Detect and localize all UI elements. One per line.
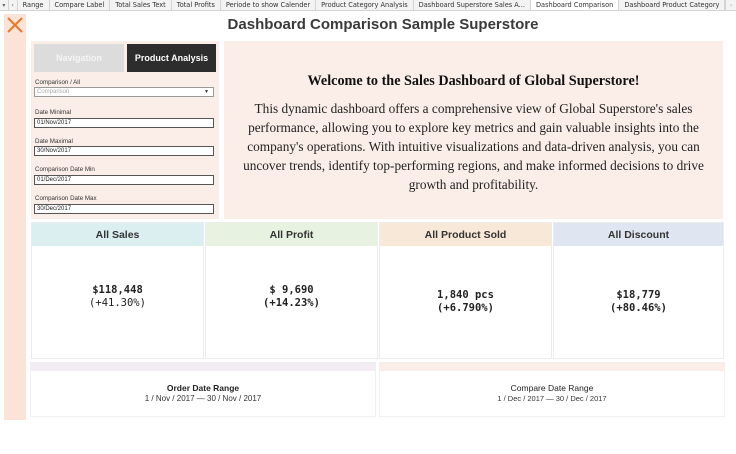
compare-date-range-value: 1 / Dec / 2017 — 30 / Dec / 2017 (497, 394, 607, 403)
kpi-card-sales-label: All Sales (32, 223, 203, 246)
left-rail (4, 14, 26, 420)
comparison-date-min-input[interactable]: 01/Dec/2017 (34, 175, 214, 185)
order-date-range-label: Order Date Range (166, 383, 240, 393)
comparison-select-value: Comparison (37, 89, 70, 95)
kpi-card-product-sold-value: 1,840 pcs (437, 289, 494, 301)
tab-dashboard-comparison[interactable]: Dashboard Comparison (530, 0, 620, 10)
chevron-down-icon: ▼ (204, 89, 209, 95)
tab-range[interactable]: Range (18, 0, 50, 10)
order-date-range: Order Date Range 1 / Nov / 2017 — 30 / N… (31, 363, 375, 416)
kpi-card-product-sold: All Product Sold 1,840 pcs (+6.790%) (380, 223, 551, 358)
kpi-card-sales-change: (+41.30%) (89, 297, 146, 309)
comparison-select[interactable]: Comparison ▼ (34, 87, 214, 97)
kpi-card-discount-label: All Discount (554, 223, 723, 246)
product-analysis-button[interactable]: Product Analysis (127, 44, 216, 72)
kpi-card-discount-value: $18,779 (616, 289, 661, 301)
kpi-card-profit-change: (+14.23%) (263, 297, 320, 309)
kpi-card-product-sold-change: (+6.790%) (437, 302, 494, 314)
tab-total-profits[interactable]: Total Profits (172, 0, 221, 10)
tab-dashboard-superstore-sales[interactable]: Dashboard Superstore Sales A... (414, 0, 531, 10)
tab-compare-label[interactable]: Compare Label (50, 0, 111, 10)
welcome-body: This dynamic dashboard offers a comprehe… (243, 101, 704, 192)
order-date-range-value: 1 / Nov / 2017 — 30 / Nov / 2017 (144, 394, 262, 403)
compare-date-range-strip (380, 363, 724, 371)
tab-scroll-left-icon[interactable]: ▾ (0, 0, 9, 10)
tab-prev-icon[interactable]: ‹ (9, 0, 18, 10)
kpi-card-sales: All Sales $118,448 (+41.30%) (32, 223, 203, 358)
compare-date-range: Compare Date Range 1 / Dec / 2017 — 30 /… (380, 363, 724, 416)
comparison-date-max-input[interactable]: 30/Dec/2017 (34, 204, 214, 214)
kpi-card-profit-value: $ 9,690 (269, 284, 314, 296)
compare-date-range-label: Compare Date Range (510, 383, 594, 393)
filter-panel: Navigation Product Analysis Comparison /… (31, 41, 219, 219)
tab-total-sales-text[interactable]: Total Sales Text (110, 0, 172, 10)
kpi-card-product-sold-label: All Product Sold (380, 223, 551, 246)
date-max-input[interactable]: 30/Nov/2017 (34, 146, 214, 156)
comparison-date-max-label: Comparison Date Max (35, 195, 97, 202)
tab-next-icon[interactable]: › (725, 0, 736, 10)
close-icon (7, 17, 23, 33)
kpi-card-profit-label: All Profit (206, 223, 377, 246)
comparison-date-min-label: Comparison Date Min (35, 166, 95, 173)
date-min-label: Date Minimal (35, 109, 72, 116)
order-date-range-strip (31, 363, 375, 371)
kpi-card-sales-value: $118,448 (92, 284, 143, 296)
welcome-panel: Welcome to the Sales Dashboard of Global… (224, 41, 723, 219)
kpi-card-discount-change: (+80.46%) (610, 302, 667, 314)
kpi-card-profit: All Profit $ 9,690 (+14.23%) (206, 223, 377, 358)
date-max-label: Date Maximal (35, 138, 73, 145)
kpi-card-discount: All Discount $18,779 (+80.46%) (554, 223, 723, 358)
comparison-filter-label: Comparison / All (35, 79, 81, 86)
welcome-heading: Welcome to the Sales Dashboard of Global… (307, 73, 640, 89)
page-title: Dashboard Comparison Sample Superstore (227, 16, 539, 33)
navigation-button[interactable]: Navigation (34, 44, 124, 72)
tab-periode-calender[interactable]: Periode to show Calender (221, 0, 317, 10)
date-min-input[interactable]: 01/Nov/2017 (34, 118, 214, 128)
sheet-tab-bar: ▾ ‹ Range Compare Label Total Sales Text… (0, 0, 736, 11)
tab-product-category-analysis[interactable]: Product Category Analysis (316, 0, 414, 10)
close-button[interactable] (5, 15, 25, 35)
tab-dashboard-product-category[interactable]: Dashboard Product Category (619, 0, 726, 10)
